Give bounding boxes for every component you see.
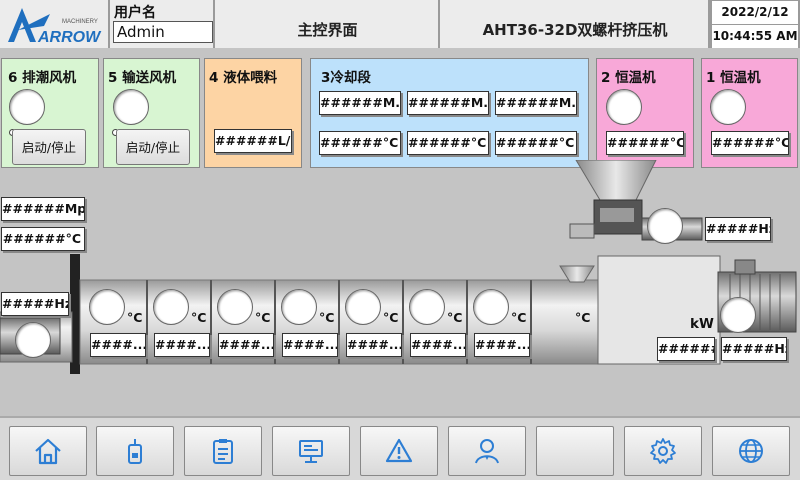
zone-5-unit: °C — [383, 310, 399, 325]
user-name-field[interactable]: Admin — [113, 21, 213, 43]
date-display: 2022/2/12 — [712, 1, 798, 24]
zone-2-temp-field[interactable]: ####... — [154, 333, 210, 357]
clipboard-icon — [213, 439, 233, 464]
cutter-motor-indicator — [15, 322, 51, 358]
brand-subtext: MACHINERY — [62, 19, 98, 25]
zone-6-unit: °C — [447, 310, 463, 325]
feeder-indicator — [647, 208, 683, 244]
power-unit: kW — [690, 316, 714, 332]
screen-title-cell: 主控界面 — [215, 0, 440, 48]
zone-6-indicator — [409, 289, 445, 325]
user-icon — [475, 439, 499, 464]
machine-title-cell: AHT36-32D双螺杆挤压机 — [440, 0, 710, 48]
zone-3-indicator — [217, 289, 253, 325]
arrow-logo: ARROW MACHINERY — [8, 8, 102, 46]
globe-icon — [739, 439, 763, 463]
zone-1-unit: °C — [127, 310, 143, 325]
zone-5-indicator — [345, 289, 381, 325]
zone-8-unit: °C — [575, 310, 591, 325]
thermostat-2-title: 2 恒温机 — [601, 70, 656, 86]
exhaust-fan-indicator — [9, 89, 45, 125]
zone-2-unit: °C — [191, 310, 207, 325]
main-hopper — [575, 160, 657, 201]
brand-text: ARROW — [37, 29, 102, 46]
time-display: 10:44:55 AM — [712, 25, 798, 48]
zone-4-unit: °C — [319, 310, 335, 325]
zone-7-indicator — [473, 289, 509, 325]
nav-records-button[interactable] — [184, 426, 262, 476]
thermostat-2-panel: 2 恒温机 ######°C — [596, 58, 694, 168]
machine-title: AHT36-32D双螺杆挤压机 — [482, 21, 668, 39]
power-field[interactable]: ###### — [657, 337, 715, 361]
zone-1-temp-field[interactable]: ####... — [90, 333, 146, 357]
zone-1-indicator — [89, 289, 125, 325]
cooling-section-panel: 3冷却段 ######M... ######M... ######M... ##… — [310, 58, 589, 168]
nav-language-button[interactable] — [712, 426, 790, 476]
alarm-icon — [385, 438, 413, 463]
nav-alarm-button[interactable] — [360, 426, 438, 476]
monitor-icon — [299, 440, 323, 463]
thermostat-1-panel: 1 恒温机 ######°C — [701, 58, 798, 168]
die-temp-field[interactable]: ######°C — [1, 227, 85, 251]
cooling-temp-3-field[interactable]: ######°C — [495, 131, 577, 155]
zone-6-temp-field[interactable]: ####... — [410, 333, 466, 357]
nav-user-button[interactable] — [448, 426, 526, 476]
cooling-pressure-1-field[interactable]: ######M... — [319, 91, 401, 115]
nav-monitor-button[interactable] — [272, 426, 350, 476]
settings-icon — [650, 438, 676, 464]
conveyor-fan-title: 5 输送风机 — [108, 70, 177, 86]
header-bar: ARROW MACHINERY 用户名 Admin 主控界面 AHT36-32D… — [0, 0, 800, 48]
liquid-feed-panel: 4 液体喂料 ######L/h — [204, 58, 302, 168]
zone-7-unit: °C — [511, 310, 527, 325]
exhaust-fan-panel: 6 排潮风机 启动/停止 — [1, 58, 99, 168]
cutter-hz-field[interactable]: #####Hz — [1, 292, 69, 316]
nav-blank-button[interactable] — [536, 426, 614, 476]
zone-2-indicator — [153, 289, 189, 325]
zone-4-temp-field[interactable]: ####... — [282, 333, 338, 357]
zone-5-temp-field[interactable]: ####... — [346, 333, 402, 357]
thermostat-2-temp-field[interactable]: ######°C — [606, 131, 684, 155]
nav-settings-button[interactable] — [624, 426, 702, 476]
motor-hz-field[interactable]: #####Hz — [721, 337, 787, 361]
home-icon — [35, 438, 61, 465]
conveyor-fan-panel: 5 输送风机 启动/停止 — [103, 58, 200, 168]
nav-device-button[interactable] — [96, 426, 174, 476]
conveyor-fan-indicator — [113, 89, 149, 125]
zone-4-indicator — [281, 289, 317, 325]
zone-3-unit: °C — [255, 310, 271, 325]
cooling-temp-2-field[interactable]: ######°C — [407, 131, 489, 155]
thermostat-1-title: 1 恒温机 — [706, 70, 761, 86]
main-motor-indicator — [720, 297, 756, 333]
cooling-pressure-2-field[interactable]: ######M... — [407, 91, 489, 115]
screen-title: 主控界面 — [297, 21, 358, 39]
thermostat-1-temp-field[interactable]: ######°C — [711, 131, 789, 155]
bottom-nav-bar — [0, 416, 800, 480]
extruder-diagram — [0, 160, 797, 374]
liquid-feed-rate-field[interactable]: ######L/h — [214, 129, 292, 153]
thermostat-1-indicator — [710, 89, 746, 125]
zone-3-temp-field[interactable]: ####... — [218, 333, 274, 357]
cooling-pressure-3-field[interactable]: ######M... — [495, 91, 577, 115]
exhaust-fan-title: 6 排潮风机 — [8, 70, 77, 86]
cooling-temp-1-field[interactable]: ######°C — [319, 131, 401, 155]
feeder-hz-field[interactable]: #####Hz — [705, 217, 771, 241]
thermostat-2-indicator — [606, 89, 642, 125]
liquid-feed-title: 4 液体喂料 — [209, 70, 278, 86]
device-icon — [128, 439, 142, 464]
user-label: 用户名 — [114, 5, 156, 21]
nav-home-button[interactable] — [9, 426, 87, 476]
die-pressure-field[interactable]: ######Mpa — [1, 197, 85, 221]
zone-7-temp-field[interactable]: ####... — [474, 333, 530, 357]
cooling-section-title: 3冷却段 — [321, 70, 371, 86]
